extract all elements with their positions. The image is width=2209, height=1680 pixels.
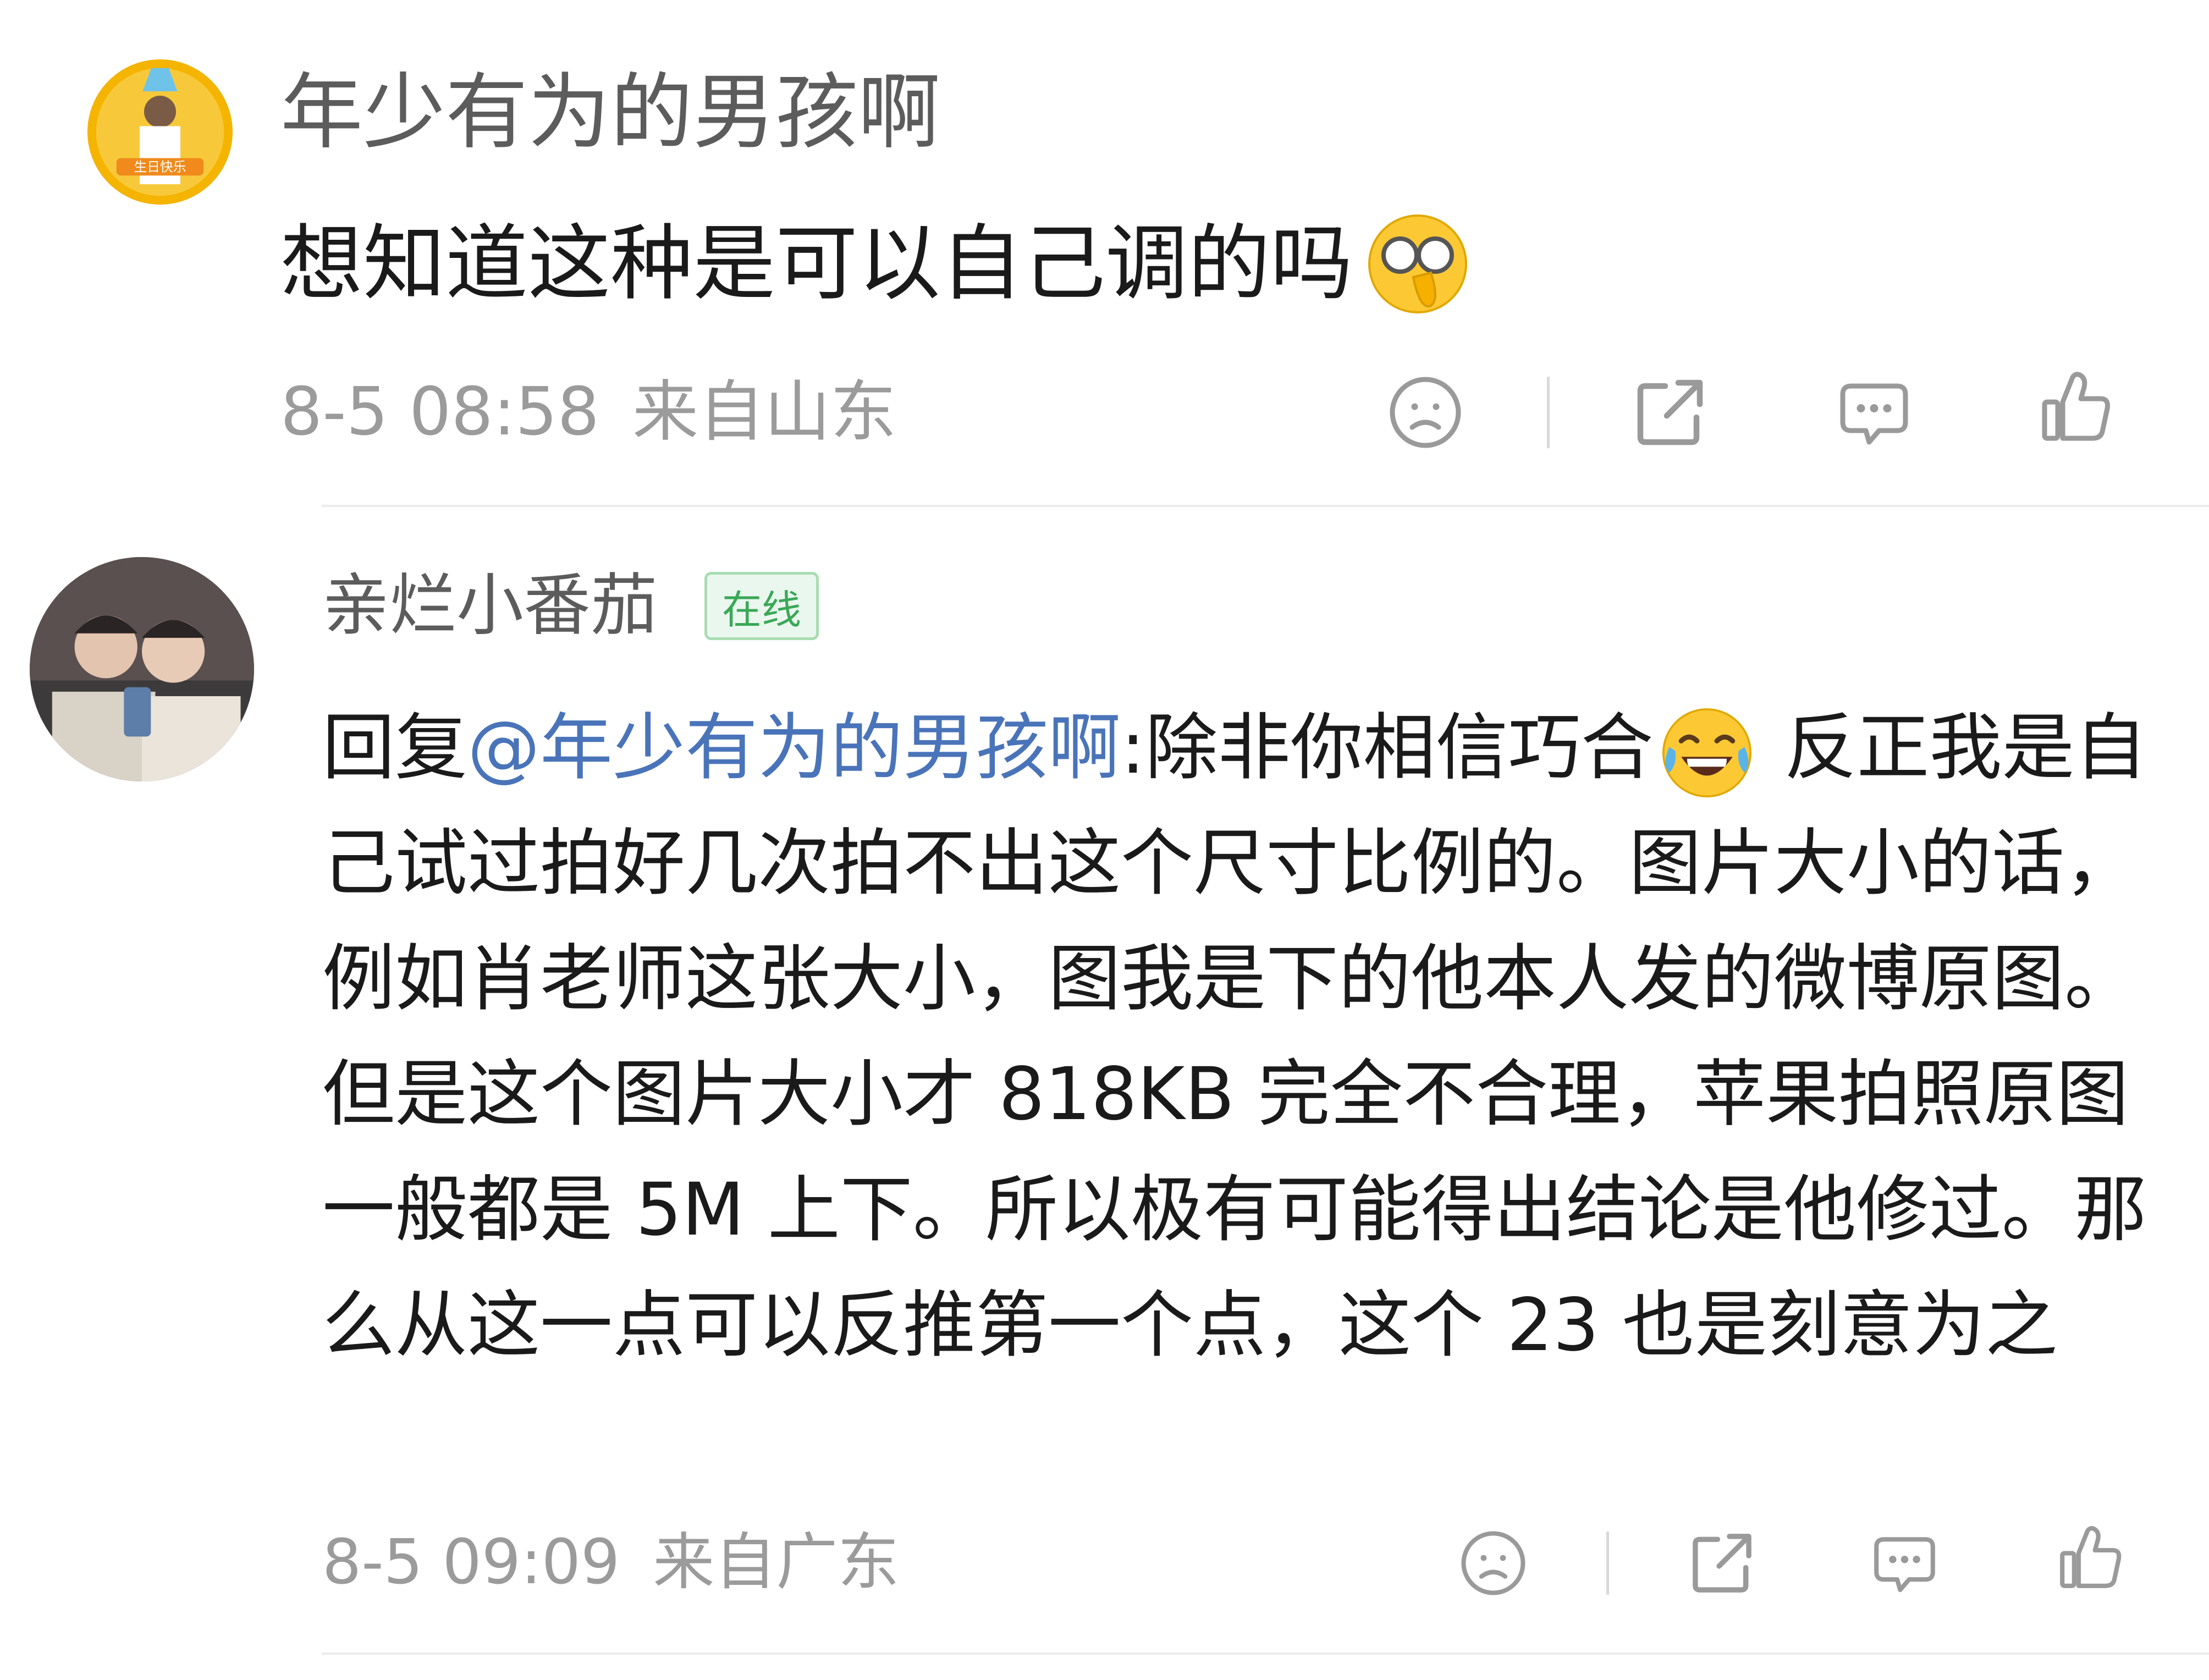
- share-icon[interactable]: [1629, 371, 1711, 454]
- avatar[interactable]: 生日快乐: [87, 59, 233, 205]
- avatar-badge-text: 生日快乐: [134, 159, 186, 174]
- comment-divider: [322, 505, 2209, 507]
- comment-text: 想知道这种是可以自己调的吗: [280, 216, 1353, 312]
- mention-link[interactable]: @年少有为的男孩啊: [467, 706, 1121, 790]
- reply-location: 来自广东: [653, 1527, 900, 1598]
- reply-username[interactable]: 亲烂小番茄: [322, 572, 658, 639]
- action-separator: [1606, 1532, 1609, 1595]
- like-icon[interactable]: [2053, 1521, 2128, 1595]
- facepalm-glasses-emoji: [1363, 209, 1473, 319]
- like-icon[interactable]: [2035, 366, 2117, 448]
- comment-icon[interactable]: [1833, 371, 1915, 454]
- comment-icon[interactable]: [1868, 1526, 1942, 1600]
- action-separator: [1547, 377, 1550, 448]
- comment-username[interactable]: 年少有为的男孩啊: [280, 71, 940, 154]
- reply-date: 8-5 09:09: [322, 1527, 620, 1598]
- dislike-icon[interactable]: [1384, 371, 1467, 454]
- comment-location: 来自山东: [632, 374, 896, 450]
- reply-divider: [322, 1653, 2209, 1655]
- comment-meta: 8-5 08:58 来自山东: [280, 379, 896, 445]
- reply-text-part1: 除非你相信巧合: [1145, 706, 1654, 790]
- reply-prefix: 回复: [322, 706, 467, 790]
- reply-body: 回复@年少有为的男孩啊:除非你相信巧合 反正我是自己试过拍好几次拍不出这个尺寸比…: [322, 690, 2170, 1383]
- reply-meta: 8-5 09:09 来自广东: [322, 1532, 899, 1593]
- tears-of-joy-emoji: [1657, 703, 1756, 802]
- comment-date: 8-5 08:58: [280, 374, 599, 450]
- avatar[interactable]: [30, 557, 254, 781]
- comment-body: 想知道这种是可以自己调的吗: [280, 209, 1473, 319]
- reply-text-part2: 反正我是自己试过拍好几次拍不出这个尺寸比例的。图片大小的话，例如肖老师这张大小，…: [322, 706, 2147, 1368]
- share-icon[interactable]: [1685, 1526, 1759, 1600]
- online-status-badge: 在线: [704, 572, 819, 640]
- dislike-icon[interactable]: [1456, 1526, 1530, 1600]
- reply-colon: :: [1121, 706, 1145, 790]
